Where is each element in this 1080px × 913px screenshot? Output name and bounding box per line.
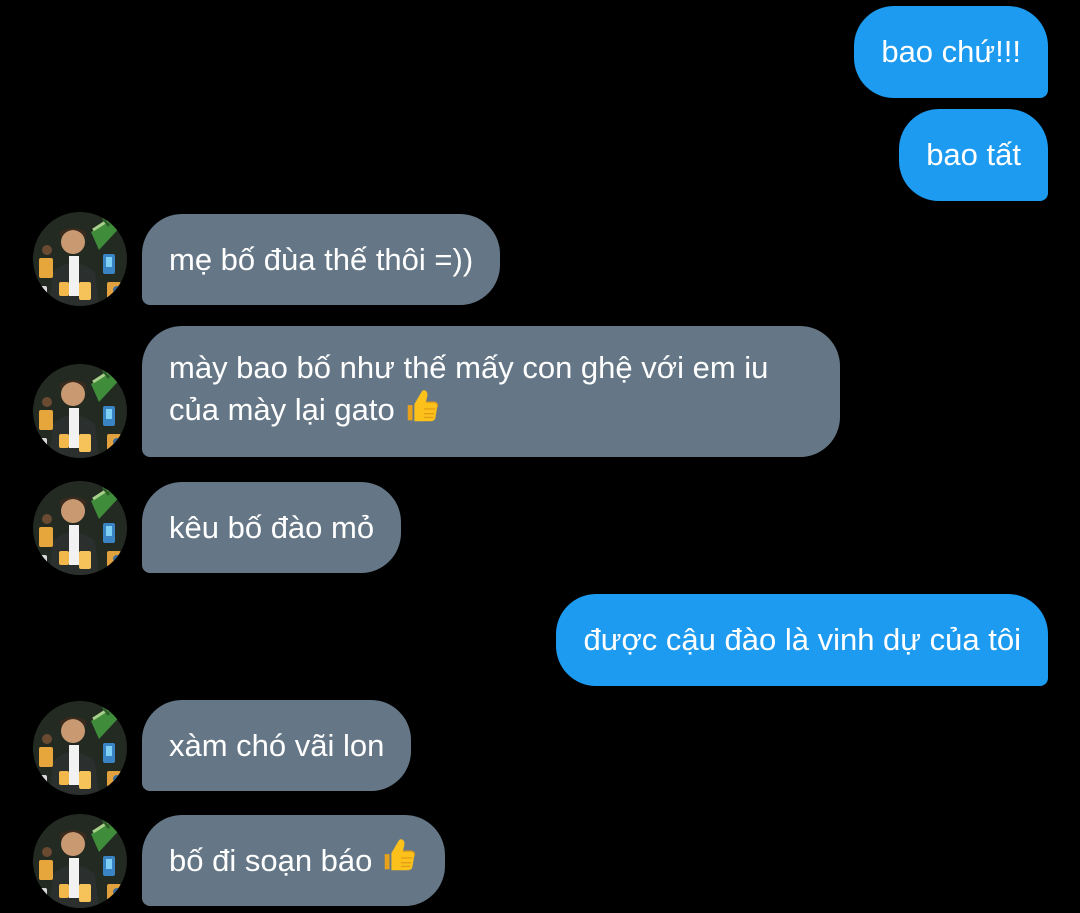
- thumbs-up-icon: [380, 837, 418, 885]
- avatar[interactable]: [33, 701, 127, 795]
- message-bubble-outgoing[interactable]: bao chứ!!!: [854, 6, 1048, 98]
- message-text: bao tất: [926, 137, 1021, 172]
- message-text: kêu bố đào mỏ: [169, 509, 375, 545]
- message-bubble-incoming[interactable]: kêu bố đào mỏ: [142, 482, 402, 573]
- message-bubble-incoming[interactable]: bố đi soạn báo: [142, 815, 446, 906]
- message-text: xàm chó vãi lon: [169, 727, 385, 763]
- avatar[interactable]: [33, 814, 127, 908]
- message-text-line-1: mày bao bố như thế mấy con ghệ với em iu: [169, 349, 769, 385]
- avatar[interactable]: [33, 212, 127, 306]
- message-text: bao chứ!!!: [881, 34, 1021, 69]
- avatar[interactable]: [33, 481, 127, 575]
- avatar[interactable]: [33, 364, 127, 458]
- message-bubble-outgoing[interactable]: bao tất: [899, 109, 1048, 201]
- message-text: mẹ bố đùa thế thôi =)): [169, 241, 474, 277]
- message-bubble-incoming[interactable]: mẹ bố đùa thế thôi =)): [142, 214, 501, 305]
- message-text-line-2: của mày lại gato: [169, 391, 395, 427]
- message-text: được cậu đào là vinh dự của tôi: [583, 622, 1021, 657]
- message-bubble-outgoing[interactable]: được cậu đào là vinh dự của tôi: [556, 594, 1048, 686]
- message-text: bố đi soạn báo: [169, 842, 373, 878]
- message-bubble-incoming[interactable]: xàm chó vãi lon: [142, 700, 412, 791]
- message-bubble-incoming[interactable]: mày bao bố như thế mấy con ghệ với em iu…: [142, 326, 840, 457]
- thumbs-up-icon: [403, 388, 441, 436]
